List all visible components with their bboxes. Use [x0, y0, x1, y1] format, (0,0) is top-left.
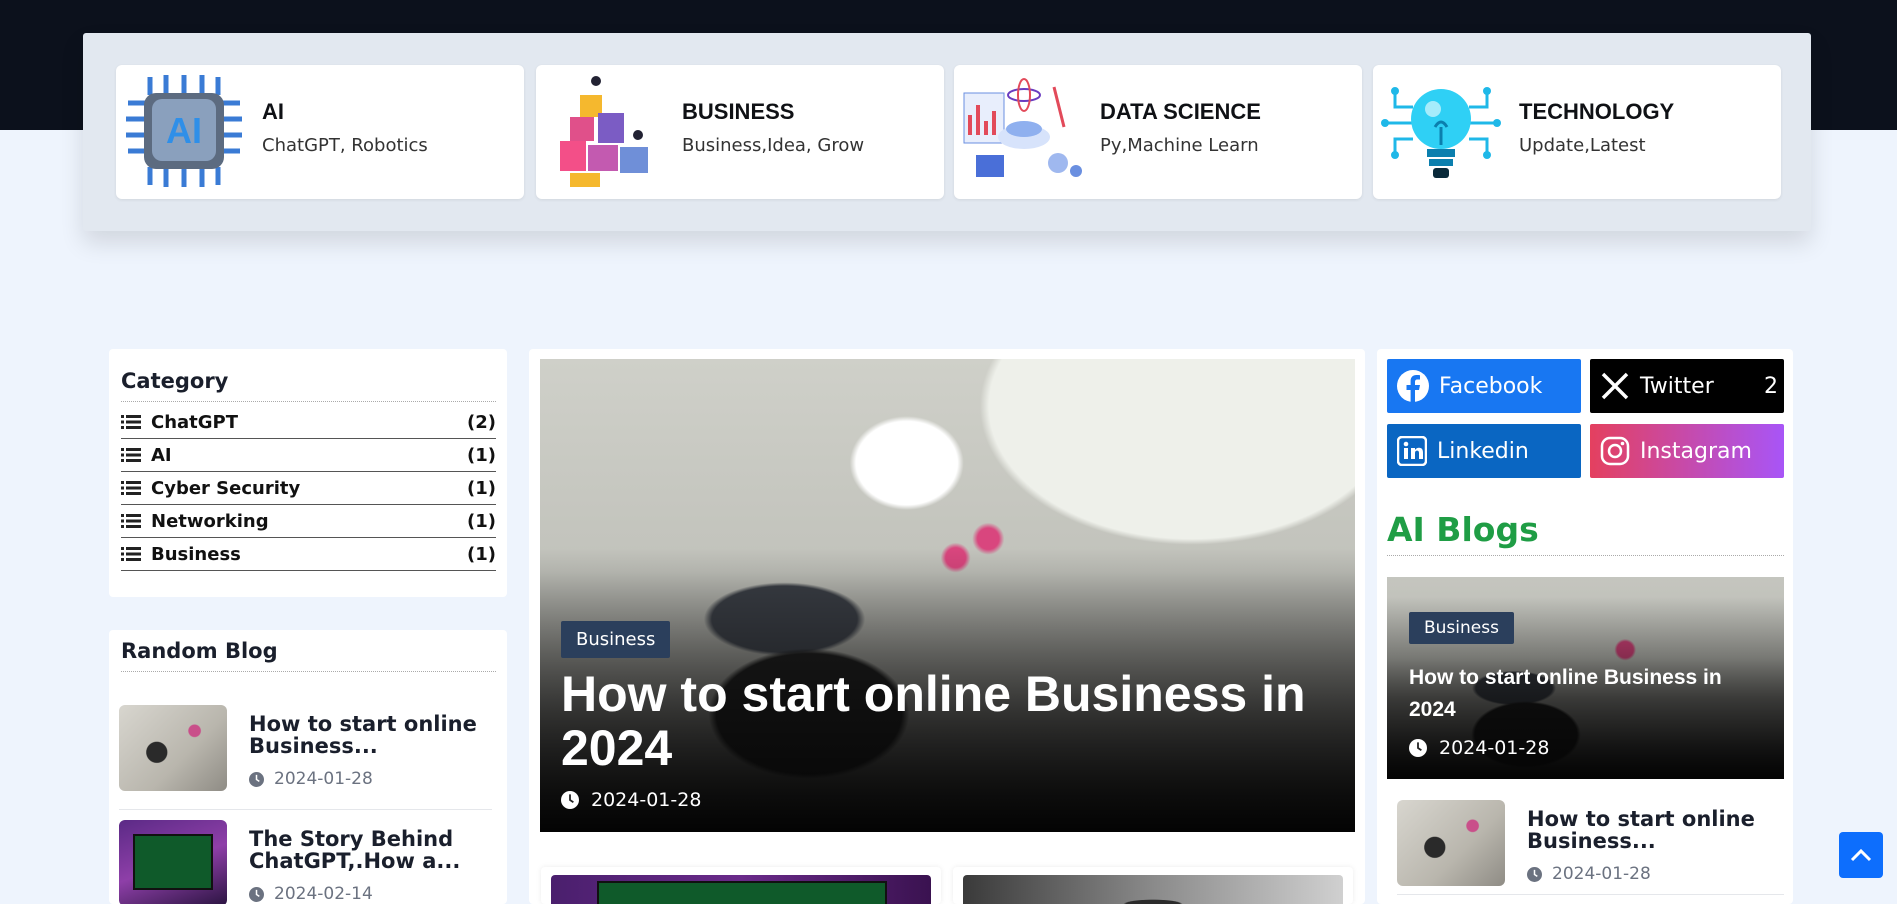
instagram-label: Instagram [1640, 438, 1752, 464]
svg-text:AI: AI [166, 110, 202, 151]
chevron-up-icon [1850, 848, 1872, 862]
post-card-image [551, 875, 931, 904]
twitter-button[interactable]: Twitter 2 [1590, 359, 1784, 413]
hero-title[interactable]: How to start online Business in 2024 [561, 667, 1321, 775]
category-card-business[interactable]: BUSINESS Business,Idea, Grow [536, 65, 944, 199]
clock-icon [1409, 739, 1427, 757]
category-item-name: Networking [151, 510, 269, 532]
random-blog-item-title: The Story Behind ChatGPT,.How a... [249, 827, 461, 873]
post-card[interactable] [541, 867, 941, 904]
category-item[interactable]: Cyber Security (1) [121, 472, 496, 505]
category-card-title: DATA SCIENCE [1100, 99, 1261, 124]
random-blog-title: Random Blog [121, 639, 278, 663]
category-item-count: (1) [467, 477, 496, 499]
ai-blog-featured-date: 2024-01-28 [1409, 737, 1549, 759]
list-icon [121, 481, 141, 495]
category-badge[interactable]: Business [561, 621, 671, 658]
blog-thumbnail [1397, 800, 1505, 886]
category-item-count: (2) [467, 411, 496, 433]
date-text: 2024-02-14 [274, 884, 373, 904]
scroll-to-top-button[interactable] [1839, 832, 1883, 878]
category-panel: Category ChatGPT (2) AI (1) Cyber Securi… [109, 349, 507, 597]
category-item-count: (1) [467, 543, 496, 565]
random-blog-item-title: How to start online Business... [249, 712, 477, 758]
hero-post[interactable]: Business How to start online Business in… [540, 359, 1355, 832]
list-icon [121, 448, 141, 462]
business-growth-illustration [560, 76, 648, 187]
category-card-title: AI [262, 99, 284, 124]
category-item-count: (1) [467, 510, 496, 532]
random-blog-item-date: 2024-02-14 [249, 884, 373, 904]
clock-icon [561, 791, 579, 809]
date-text: 2024-01-28 [1439, 737, 1550, 759]
category-item[interactable]: Business (1) [121, 538, 496, 571]
date-text: 2024-01-28 [1552, 864, 1651, 884]
category-item-name: ChatGPT [151, 411, 239, 433]
category-card-title: TECHNOLOGY [1519, 99, 1675, 124]
random-blog-item-date: 2024-01-28 [249, 769, 373, 789]
ai-blog-featured-title[interactable]: How to start online Business in 2024 [1409, 662, 1769, 726]
category-strip: AI AI ChatGPT, Robotics BUSINESS Busines… [83, 33, 1811, 231]
random-blog-item[interactable]: How to start online Business... 2024-01-… [119, 705, 492, 810]
random-blog-panel: Random Blog How to start online Business… [109, 630, 507, 904]
clock-icon [249, 886, 264, 902]
category-item[interactable]: ChatGPT (2) [121, 406, 496, 439]
twitter-count: 2 [1764, 373, 1778, 399]
instagram-icon [1600, 436, 1630, 466]
date-text: 2024-01-28 [274, 769, 373, 789]
category-item-name: Business [151, 543, 241, 565]
category-card-title: BUSINESS [682, 99, 795, 124]
blog-thumbnail [119, 820, 227, 904]
clock-icon [1527, 866, 1542, 882]
ai-blog-item[interactable]: How to start online Business... 2024-01-… [1397, 800, 1784, 895]
category-card-ai[interactable]: AI AI ChatGPT, Robotics [116, 65, 524, 199]
ai-blogs-divider [1387, 555, 1784, 556]
list-icon [121, 415, 141, 429]
ai-blog-item-title: How to start online Business... [1527, 807, 1755, 853]
facebook-button[interactable]: Facebook [1387, 359, 1581, 413]
data-science-illustration [963, 78, 1082, 177]
date-text: 2024-01-28 [591, 789, 702, 811]
x-twitter-icon [1601, 372, 1629, 400]
category-card-subtitle: ChatGPT, Robotics [262, 135, 428, 156]
instagram-button[interactable]: Instagram [1590, 424, 1784, 478]
category-item-count: (1) [467, 444, 496, 466]
category-badge[interactable]: Business [1409, 612, 1514, 644]
category-card-data-science[interactable]: DATA SCIENCE Py,Machine Learn [954, 65, 1362, 199]
linkedin-button[interactable]: Linkedin [1387, 424, 1581, 478]
facebook-label: Facebook [1439, 373, 1543, 399]
linkedin-icon [1397, 436, 1427, 466]
post-card[interactable] [953, 867, 1353, 904]
category-card-technology[interactable]: TECHNOLOGY Update,Latest [1373, 65, 1781, 199]
category-item-name: Cyber Security [151, 477, 301, 499]
category-item[interactable]: AI (1) [121, 439, 496, 472]
linkedin-label: Linkedin [1437, 438, 1529, 464]
list-icon [121, 514, 141, 528]
twitter-label: Twitter [1640, 373, 1714, 399]
category-panel-title: Category [121, 369, 229, 393]
ai-blog-featured[interactable]: Business How to start online Business in… [1387, 577, 1784, 779]
blog-thumbnail [119, 705, 227, 791]
category-item[interactable]: Networking (1) [121, 505, 496, 538]
ai-blogs-heading: AI Blogs [1387, 510, 1539, 549]
list-icon [121, 547, 141, 561]
hero-date: 2024-01-28 [561, 789, 701, 811]
facebook-icon [1397, 370, 1429, 402]
category-card-subtitle: Py,Machine Learn [1100, 135, 1259, 156]
lightbulb-circuit-icon [1381, 87, 1501, 178]
ai-blog-item-date: 2024-01-28 [1527, 864, 1651, 884]
ai-chip-icon: AI [126, 75, 242, 187]
category-card-subtitle: Business,Idea, Grow [682, 135, 865, 156]
post-card-image [963, 875, 1343, 904]
random-blog-item[interactable]: The Story Behind ChatGPT,.How a... 2024-… [119, 820, 492, 904]
clock-icon [249, 771, 264, 787]
category-item-name: AI [151, 444, 172, 466]
category-card-subtitle: Update,Latest [1519, 135, 1646, 156]
